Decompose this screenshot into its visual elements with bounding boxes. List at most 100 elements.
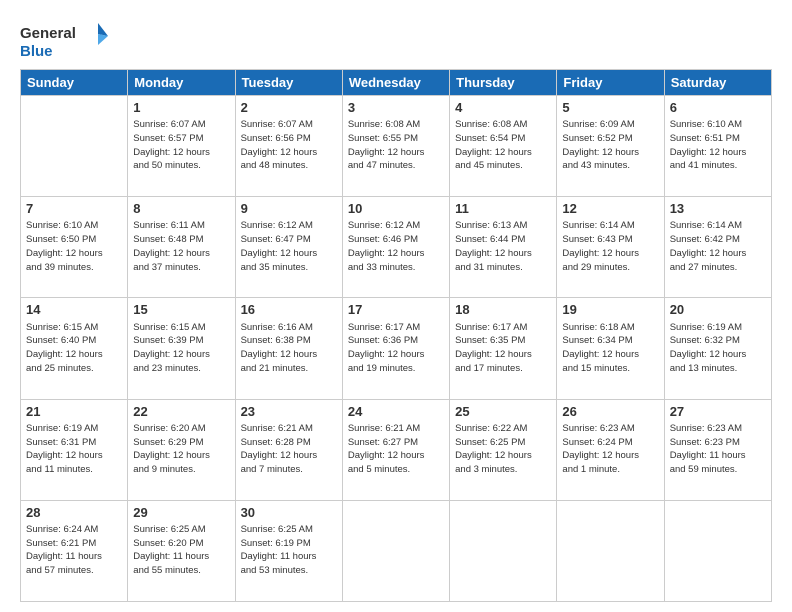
calendar-cell: 19 Sunrise: 6:18 AM Sunset: 6:34 PM Dayli…: [557, 298, 664, 399]
calendar-cell: 21Sunrise: 6:19 AM Sunset: 6:31 PM Dayli…: [21, 399, 128, 500]
day-number: 14: [26, 301, 122, 319]
day-number: 29: [133, 504, 229, 522]
calendar-cell: [664, 500, 771, 601]
calendar-cell: 13Sunrise: 6:14 AM Sunset: 6:42 PM Dayli…: [664, 197, 771, 298]
calendar-cell: 14 Sunrise: 6:15 AM Sunset: 6:40 PM Dayli…: [21, 298, 128, 399]
day-number: 23: [241, 403, 337, 421]
svg-text:Blue: Blue: [20, 43, 53, 60]
calendar-cell: 24Sunrise: 6:21 AM Sunset: 6:27 PM Dayli…: [342, 399, 449, 500]
day-info: Sunrise: 6:08 AM Sunset: 6:54 PM Dayligh…: [455, 118, 551, 173]
day-number: 5: [562, 99, 658, 117]
calendar-cell: 3Sunrise: 6:08 AM Sunset: 6:55 PM Daylig…: [342, 96, 449, 197]
day-number: 25: [455, 403, 551, 421]
calendar-cell: 26Sunrise: 6:23 AM Sunset: 6:24 PM Dayli…: [557, 399, 664, 500]
day-number: 17: [348, 301, 444, 319]
day-info: Sunrise: 6:25 AM Sunset: 6:20 PM Dayligh…: [133, 523, 229, 578]
day-number: 18: [455, 301, 551, 319]
day-info: Sunrise: 6:23 AM Sunset: 6:24 PM Dayligh…: [562, 422, 658, 477]
calendar-cell: 12Sunrise: 6:14 AM Sunset: 6:43 PM Dayli…: [557, 197, 664, 298]
calendar-cell: 2Sunrise: 6:07 AM Sunset: 6:56 PM Daylig…: [235, 96, 342, 197]
day-number: 9: [241, 200, 337, 218]
page: General Blue SundayMondayTuesdayWednesda…: [0, 0, 792, 612]
day-info: Sunrise: 6:14 AM Sunset: 6:43 PM Dayligh…: [562, 219, 658, 274]
day-info: Sunrise: 6:17 AM Sunset: 6:36 PM Dayligh…: [348, 321, 444, 376]
calendar-week-2: 7Sunrise: 6:10 AM Sunset: 6:50 PM Daylig…: [21, 197, 772, 298]
calendar-table: SundayMondayTuesdayWednesdayThursdayFrid…: [20, 69, 772, 602]
day-info: Sunrise: 6:21 AM Sunset: 6:28 PM Dayligh…: [241, 422, 337, 477]
day-info: Sunrise: 6:20 AM Sunset: 6:29 PM Dayligh…: [133, 422, 229, 477]
day-info: Sunrise: 6:15 AM Sunset: 6:40 PM Dayligh…: [26, 321, 122, 376]
header: General Blue: [20, 18, 772, 63]
calendar-cell: [557, 500, 664, 601]
day-number: 30: [241, 504, 337, 522]
day-info: Sunrise: 6:19 AM Sunset: 6:31 PM Dayligh…: [26, 422, 122, 477]
day-number: 13: [670, 200, 766, 218]
day-info: Sunrise: 6:12 AM Sunset: 6:47 PM Dayligh…: [241, 219, 337, 274]
day-info: Sunrise: 6:24 AM Sunset: 6:21 PM Dayligh…: [26, 523, 122, 578]
day-info: Sunrise: 6:09 AM Sunset: 6:52 PM Dayligh…: [562, 118, 658, 173]
calendar-week-3: 14 Sunrise: 6:15 AM Sunset: 6:40 PM Dayli…: [21, 298, 772, 399]
calendar-cell: 16Sunrise: 6:16 AM Sunset: 6:38 PM Dayli…: [235, 298, 342, 399]
calendar-cell: 18 Sunrise: 6:17 AM Sunset: 6:35 PM Dayli…: [450, 298, 557, 399]
day-number: 20: [670, 301, 766, 319]
day-info: Sunrise: 6:25 AM Sunset: 6:19 PM Dayligh…: [241, 523, 337, 578]
day-number: 10: [348, 200, 444, 218]
calendar-week-1: 1Sunrise: 6:07 AM Sunset: 6:57 PM Daylig…: [21, 96, 772, 197]
calendar-cell: [21, 96, 128, 197]
calendar-col-sunday: Sunday: [21, 70, 128, 96]
calendar-cell: 1Sunrise: 6:07 AM Sunset: 6:57 PM Daylig…: [128, 96, 235, 197]
calendar-cell: 23Sunrise: 6:21 AM Sunset: 6:28 PM Dayli…: [235, 399, 342, 500]
day-info: Sunrise: 6:12 AM Sunset: 6:46 PM Dayligh…: [348, 219, 444, 274]
calendar-cell: 10Sunrise: 6:12 AM Sunset: 6:46 PM Dayli…: [342, 197, 449, 298]
day-info: Sunrise: 6:10 AM Sunset: 6:51 PM Dayligh…: [670, 118, 766, 173]
day-info: Sunrise: 6:22 AM Sunset: 6:25 PM Dayligh…: [455, 422, 551, 477]
calendar-col-tuesday: Tuesday: [235, 70, 342, 96]
calendar-col-saturday: Saturday: [664, 70, 771, 96]
day-number: 15: [133, 301, 229, 319]
day-info: Sunrise: 6:15 AM Sunset: 6:39 PM Dayligh…: [133, 321, 229, 376]
day-number: 6: [670, 99, 766, 117]
day-info: Sunrise: 6:18 AM Sunset: 6:34 PM Dayligh…: [562, 321, 658, 376]
calendar-cell: 17 Sunrise: 6:17 AM Sunset: 6:36 PM Dayli…: [342, 298, 449, 399]
calendar-cell: 8Sunrise: 6:11 AM Sunset: 6:48 PM Daylig…: [128, 197, 235, 298]
day-number: 12: [562, 200, 658, 218]
calendar-col-friday: Friday: [557, 70, 664, 96]
day-number: 28: [26, 504, 122, 522]
calendar-col-wednesday: Wednesday: [342, 70, 449, 96]
day-info: Sunrise: 6:08 AM Sunset: 6:55 PM Dayligh…: [348, 118, 444, 173]
day-info: Sunrise: 6:14 AM Sunset: 6:42 PM Dayligh…: [670, 219, 766, 274]
day-info: Sunrise: 6:17 AM Sunset: 6:35 PM Dayligh…: [455, 321, 551, 376]
day-info: Sunrise: 6:10 AM Sunset: 6:50 PM Dayligh…: [26, 219, 122, 274]
calendar-cell: [450, 500, 557, 601]
day-info: Sunrise: 6:13 AM Sunset: 6:44 PM Dayligh…: [455, 219, 551, 274]
calendar-cell: 5Sunrise: 6:09 AM Sunset: 6:52 PM Daylig…: [557, 96, 664, 197]
calendar-header-row: SundayMondayTuesdayWednesdayThursdayFrid…: [21, 70, 772, 96]
svg-text:General: General: [20, 25, 76, 42]
day-info: Sunrise: 6:23 AM Sunset: 6:23 PM Dayligh…: [670, 422, 766, 477]
day-info: Sunrise: 6:21 AM Sunset: 6:27 PM Dayligh…: [348, 422, 444, 477]
calendar-cell: 15 Sunrise: 6:15 AM Sunset: 6:39 PM Dayli…: [128, 298, 235, 399]
day-info: Sunrise: 6:07 AM Sunset: 6:57 PM Dayligh…: [133, 118, 229, 173]
calendar-cell: 4Sunrise: 6:08 AM Sunset: 6:54 PM Daylig…: [450, 96, 557, 197]
day-info: Sunrise: 6:19 AM Sunset: 6:32 PM Dayligh…: [670, 321, 766, 376]
calendar-cell: 27Sunrise: 6:23 AM Sunset: 6:23 PM Dayli…: [664, 399, 771, 500]
day-number: 4: [455, 99, 551, 117]
day-number: 21: [26, 403, 122, 421]
calendar-cell: 30Sunrise: 6:25 AM Sunset: 6:19 PM Dayli…: [235, 500, 342, 601]
calendar-week-4: 21Sunrise: 6:19 AM Sunset: 6:31 PM Dayli…: [21, 399, 772, 500]
day-number: 19: [562, 301, 658, 319]
day-number: 7: [26, 200, 122, 218]
day-info: Sunrise: 6:16 AM Sunset: 6:38 PM Dayligh…: [241, 321, 337, 376]
day-number: 1: [133, 99, 229, 117]
day-number: 27: [670, 403, 766, 421]
calendar-week-5: 28Sunrise: 6:24 AM Sunset: 6:21 PM Dayli…: [21, 500, 772, 601]
day-number: 8: [133, 200, 229, 218]
calendar-col-thursday: Thursday: [450, 70, 557, 96]
calendar-cell: 6Sunrise: 6:10 AM Sunset: 6:51 PM Daylig…: [664, 96, 771, 197]
calendar-cell: 20 Sunrise: 6:19 AM Sunset: 6:32 PM Dayli…: [664, 298, 771, 399]
calendar-cell: 11Sunrise: 6:13 AM Sunset: 6:44 PM Dayli…: [450, 197, 557, 298]
day-info: Sunrise: 6:11 AM Sunset: 6:48 PM Dayligh…: [133, 219, 229, 274]
calendar-cell: 9Sunrise: 6:12 AM Sunset: 6:47 PM Daylig…: [235, 197, 342, 298]
day-number: 26: [562, 403, 658, 421]
day-number: 2: [241, 99, 337, 117]
